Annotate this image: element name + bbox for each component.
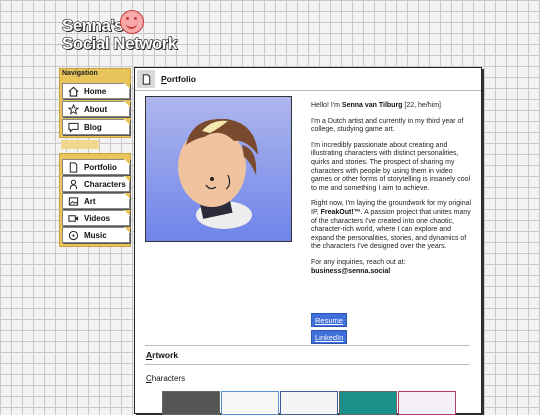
- section-tab: [61, 140, 99, 149]
- logo-text-line1: Senna's: [61, 15, 124, 35]
- character-thumbnail[interactable]: [162, 391, 220, 415]
- nav-item-label: Home: [84, 86, 107, 96]
- nav-item-art[interactable]: Art: [62, 193, 130, 209]
- nav-item-label: Characters: [84, 179, 126, 189]
- profile-portrait: [145, 96, 292, 242]
- character-thumbnail[interactable]: [280, 391, 338, 415]
- nav-item-videos[interactable]: Videos: [62, 210, 130, 226]
- character-thumbnail[interactable]: [221, 391, 279, 415]
- nav-item-blog[interactable]: Blog: [62, 119, 130, 135]
- divider: [145, 345, 470, 346]
- site-logo[interactable]: Senna's Social Network: [61, 10, 182, 54]
- document-icon: [137, 70, 155, 88]
- page-title: Portfolio: [161, 74, 196, 84]
- bio-paragraph: I'm incredibly passionate about creating…: [311, 141, 471, 192]
- ip-name: FreakOut!™: [320, 208, 361, 216]
- nav-item-music[interactable]: Music: [62, 227, 130, 243]
- bio-paragraph: Right now, I'm laying the groundwork for…: [311, 200, 472, 251]
- character-thumbnail[interactable]: [339, 391, 397, 415]
- navigation-heading: Navigation: [62, 70, 98, 77]
- smiley-icon: [120, 10, 144, 34]
- contact-note: For any inquiries, reach out at:: [311, 258, 406, 266]
- person-icon: [67, 178, 80, 190]
- nav-item-label: About: [84, 104, 108, 114]
- characters-subheading: Characters: [146, 374, 186, 383]
- disc-icon: [67, 229, 80, 241]
- nav-item-home[interactable]: Home: [62, 83, 130, 99]
- star-icon: [67, 103, 80, 115]
- linkedin-link[interactable]: LinkedIn: [311, 330, 348, 344]
- portfolio-navigation-panel: Portfolio Characters Art Videos Music: [59, 153, 131, 247]
- image-icon: [67, 195, 80, 207]
- document-icon: [67, 161, 80, 173]
- nav-item-label: Art: [84, 196, 96, 206]
- contact-email[interactable]: business@senna.social: [311, 268, 390, 275]
- window-title-bar: Portfolio: [135, 68, 481, 91]
- logo-text-line2: Social Network: [61, 33, 178, 53]
- character-thumbnail[interactable]: [398, 391, 456, 415]
- nav-item-about[interactable]: About: [62, 101, 130, 117]
- chat-icon: [67, 121, 80, 133]
- home-icon: [67, 85, 80, 97]
- artwork-heading: Artwork: [146, 350, 179, 360]
- author-name: Senna van Tilburg: [341, 102, 403, 109]
- video-icon: [67, 212, 80, 224]
- bio-greeting: Hello! I'm Senna van Tilburg [22, he/him…: [311, 102, 441, 109]
- nav-item-label: Blog: [84, 122, 102, 132]
- bio-text: Hello! I'm Senna van Tilburg [22, he/him…: [311, 102, 473, 276]
- nav-item-label: Videos: [84, 213, 111, 223]
- navigation-panel: Navigation Home About Blog: [59, 68, 131, 138]
- bio-paragraph: I'm a Dutch artist and currently in my t…: [311, 117, 464, 134]
- nav-item-portfolio[interactable]: Portfolio: [62, 159, 130, 175]
- nav-item-characters[interactable]: Characters: [62, 176, 130, 192]
- nav-item-label: Music: [84, 230, 107, 240]
- portfolio-window: Portfolio Hello! I'm Senna van Tilburg […: [134, 67, 482, 415]
- divider: [145, 364, 470, 365]
- resume-link[interactable]: Resume: [311, 313, 347, 327]
- nav-item-label: Portfolio: [84, 162, 117, 172]
